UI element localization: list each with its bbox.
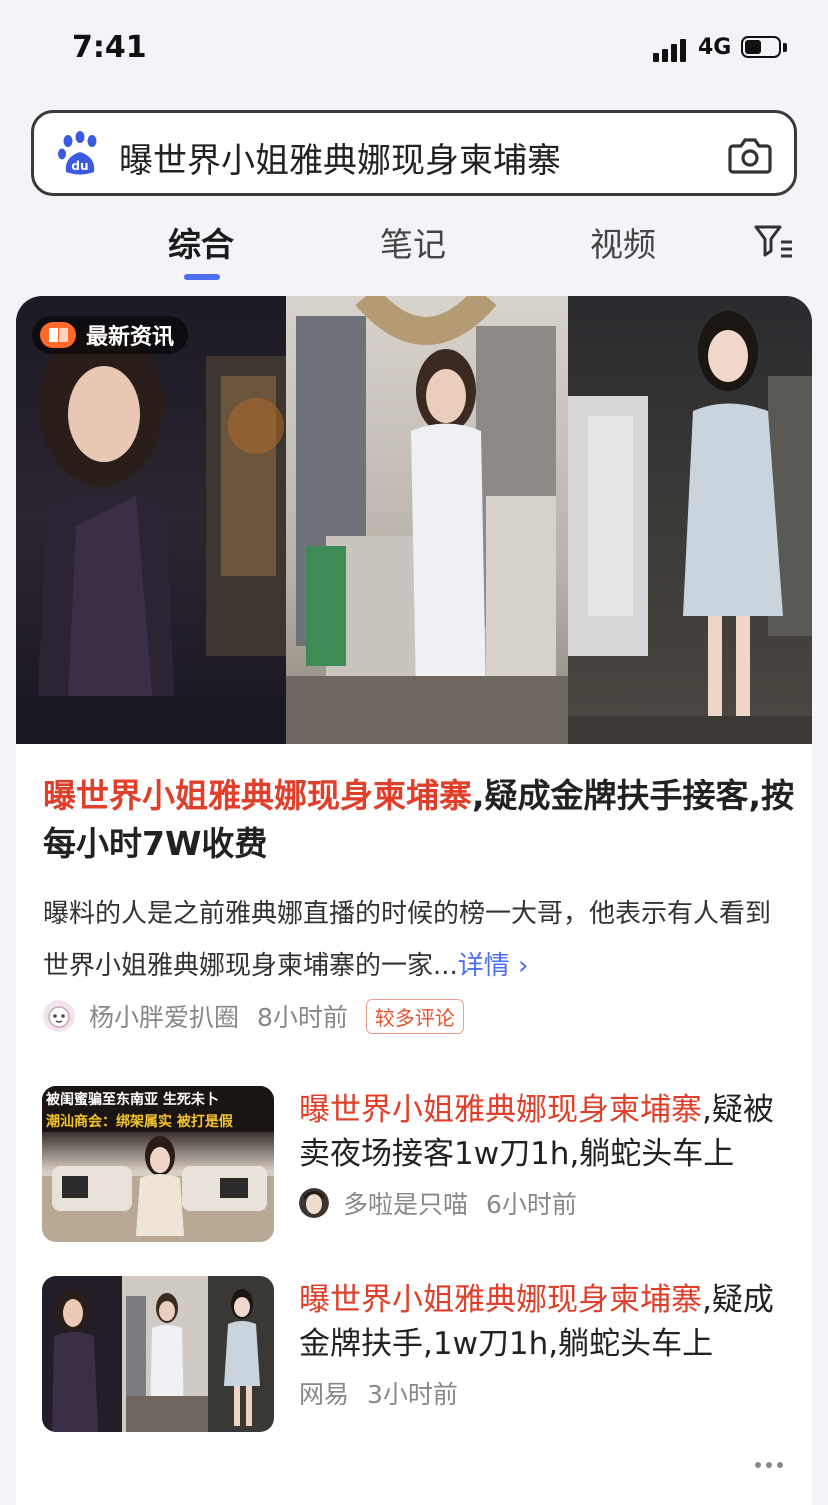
top-result-summary: 曝料的人是之前雅典娜直播的时候的榜一大哥，他表示有人看到世界小姐雅典娜现身柬埔寨… bbox=[43, 888, 795, 992]
hero-photo-3 bbox=[568, 296, 812, 744]
active-tab-indicator bbox=[184, 274, 220, 280]
summary-text: 曝料的人是之前雅典娜直播的时候的榜一大哥，他表示有人看到世界小姐雅典娜现身柬埔寨… bbox=[43, 899, 772, 981]
top-result-meta: 杨小胖爱扒圈 8小时前 较多评论 bbox=[43, 996, 464, 1036]
search-bar[interactable]: du 曝世界小姐雅典娜现身柬埔寨 bbox=[31, 110, 797, 196]
source-name[interactable]: 多啦是只喵 bbox=[343, 1185, 468, 1221]
result-thumbnail bbox=[42, 1276, 274, 1432]
news-icon bbox=[40, 322, 76, 348]
filter-icon[interactable] bbox=[753, 222, 795, 260]
tab-video[interactable]: 视频 bbox=[590, 218, 656, 266]
publish-time: 6小时前 bbox=[486, 1190, 577, 1219]
result-title[interactable]: 曝世界小姐雅典娜现身柬埔寨,疑成金牌扶手,1w刀1h,躺蛇头车上 bbox=[299, 1278, 799, 1366]
news-badge-label: 最新资讯 bbox=[86, 325, 175, 350]
source-name[interactable]: 杨小胖爱扒圈 bbox=[89, 998, 239, 1034]
news-badge: 最新资讯 bbox=[32, 316, 189, 354]
publish-time: 8小时前 bbox=[257, 1003, 348, 1032]
avatar bbox=[299, 1188, 329, 1218]
title-highlight: 曝世界小姐雅典娜现身柬埔寨 bbox=[299, 1092, 702, 1128]
results-card: 最新资讯 曝世界小姐雅典娜现身柬埔寨,疑成金牌扶手接客,按每小时7W收费 曝料的… bbox=[16, 296, 812, 1505]
status-time: 7:41 bbox=[72, 30, 147, 65]
result-thumbnail: 被闺蜜骗至东南亚 生死未卜 潮汕商会：绑架属实 被打是假 bbox=[42, 1086, 274, 1242]
svg-text:du: du bbox=[71, 159, 88, 173]
battery-icon bbox=[741, 36, 787, 60]
camera-icon[interactable] bbox=[727, 132, 773, 178]
status-bar: 7:41 4G bbox=[0, 0, 828, 96]
list-item[interactable]: 曝世界小姐雅典娜现身柬埔寨,疑成金牌扶手,1w刀1h,躺蛇头车上 网易 3小时前 bbox=[42, 1276, 802, 1432]
thumb-caption-1: 被闺蜜骗至东南亚 生死未卜 bbox=[46, 1091, 219, 1108]
search-input[interactable]: 曝世界小姐雅典娜现身柬埔寨 bbox=[119, 133, 561, 182]
result-meta: 多啦是只喵 6小时前 bbox=[299, 1186, 595, 1220]
title-highlight: 曝世界小姐雅典娜现身柬埔寨 bbox=[43, 776, 472, 815]
hero-photo-2 bbox=[286, 296, 568, 744]
comments-tag: 较多评论 bbox=[365, 998, 464, 1034]
avatar bbox=[43, 1000, 75, 1032]
top-result-title[interactable]: 曝世界小姐雅典娜现身柬埔寨,疑成金牌扶手接客,按每小时7W收费 bbox=[43, 772, 795, 868]
tab-notes[interactable]: 笔记 bbox=[380, 218, 446, 266]
thumb-caption-2: 潮汕商会：绑架属实 被打是假 bbox=[46, 1113, 234, 1130]
title-highlight: 曝世界小姐雅典娜现身柬埔寨 bbox=[299, 1282, 702, 1318]
baidu-paw-icon: du bbox=[58, 131, 97, 175]
signal-icon bbox=[653, 38, 693, 62]
publish-time: 3小时前 bbox=[367, 1380, 458, 1409]
result-meta: 网易 3小时前 bbox=[299, 1376, 476, 1410]
detail-link[interactable]: 详情 › bbox=[458, 951, 529, 981]
more-dots-icon[interactable] bbox=[754, 1459, 784, 1471]
result-title[interactable]: 曝世界小姐雅典娜现身柬埔寨,疑被卖夜场接客1w刀1h,躺蛇头车上 bbox=[299, 1088, 799, 1176]
hero-photo-1 bbox=[16, 296, 286, 744]
hero-image[interactable]: 最新资讯 bbox=[16, 296, 812, 744]
network-type: 4G bbox=[698, 35, 732, 60]
tab-all[interactable]: 综合 bbox=[168, 218, 234, 266]
source-name[interactable]: 网易 bbox=[299, 1375, 349, 1411]
list-item[interactable]: 被闺蜜骗至东南亚 生死未卜 潮汕商会：绑架属实 被打是假 曝世界小姐雅典娜现身柬… bbox=[42, 1086, 802, 1242]
result-tabs: 综合 笔记 视频 bbox=[0, 210, 828, 286]
